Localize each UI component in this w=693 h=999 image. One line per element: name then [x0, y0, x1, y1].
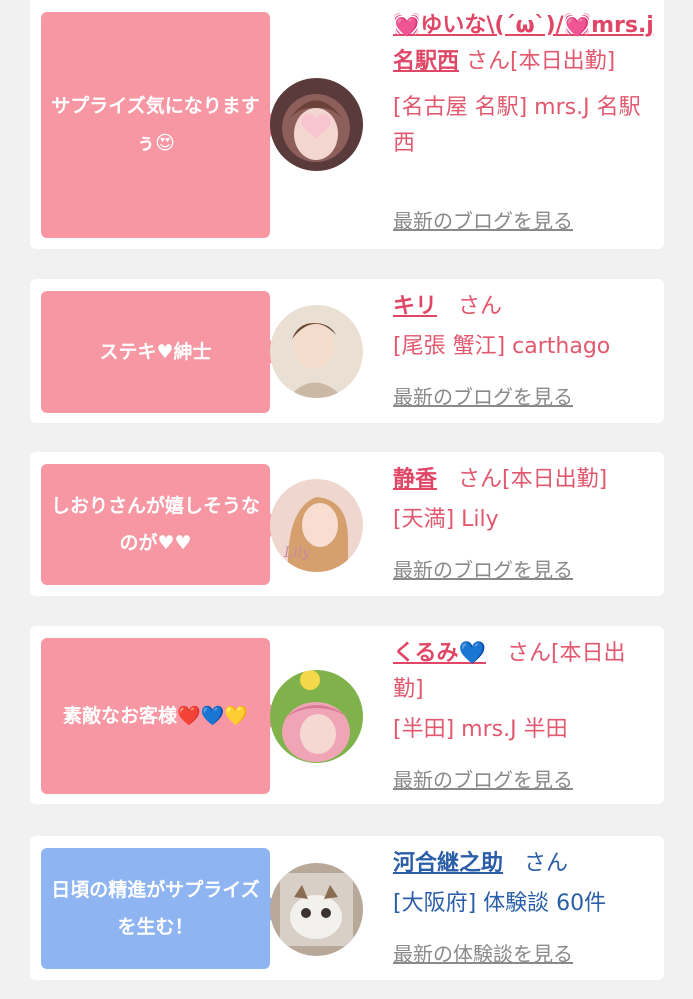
comment-text: 素敵なお客様❤️💙💛 — [63, 704, 248, 727]
comment-bubble: 素敵なお客様❤️💙💛 — [41, 638, 282, 794]
comment-bubble: しおりさんが嬉しそうなのが♥♥ — [41, 464, 282, 585]
comment-text: ステキ♥紳士 — [99, 340, 212, 363]
profile-info: 河合継之助 さん [大阪府] 体験談 60件 — [393, 846, 655, 922]
status-text: さん[本日出勤] — [466, 49, 616, 74]
profile-info: 💓ゆいな\(´ω`)/💓mrs.j名駅西 さん[本日出勤] [名古屋 名駅] m… — [393, 8, 655, 162]
avatar[interactable] — [270, 670, 363, 763]
blog-link[interactable]: 最新のブログを見る — [393, 764, 573, 793]
status-text: さん — [524, 851, 569, 876]
shop-text: [天満] Lily — [393, 507, 499, 532]
svg-text:Lily: Lily — [283, 545, 311, 561]
blog-link[interactable]: 最新のブログを見る — [393, 205, 573, 234]
profile-info: くるみ💙 さん[本日出勤] [半田] mrs.J 半田 — [393, 636, 655, 748]
review-link[interactable]: 最新の体験談を見る — [393, 938, 573, 967]
avatar[interactable] — [270, 78, 363, 171]
review-card: サプライズ気になりますぅ😍 💓ゆいな\(´ω`)/💓mrs.j名駅西 さん[本日… — [30, 0, 664, 249]
profile-info: 静香 さん[本日出勤] [天満] Lily — [393, 462, 655, 538]
profile-name-link[interactable]: 河合継之助 — [393, 851, 503, 876]
shop-text: [名古屋 名駅] mrs.J 名駅西 — [393, 95, 641, 156]
comment-text: 日頃の精進がサプライズを生む！ — [51, 878, 260, 938]
shop-text: [半田] mrs.J 半田 — [393, 717, 568, 742]
comment-bubble: ステキ♥紳士 — [41, 291, 282, 413]
review-card: 日頃の精進がサプライズを生む！ 河合継之助 さん [大阪府] 体験談 60件 最… — [30, 836, 664, 980]
shop-text: [尾張 蟹江] carthago — [393, 334, 611, 359]
comment-text: サプライズ気になりますぅ😍 — [51, 95, 260, 154]
profile-name-link[interactable]: キリ — [393, 294, 437, 319]
comment-bubble: 日頃の精進がサプライズを生む！ — [41, 848, 282, 969]
profile-name-link[interactable]: くるみ💙 — [393, 641, 486, 666]
status-text: さん — [458, 294, 503, 319]
status-text: さん[本日出勤] — [458, 467, 608, 492]
comment-bubble: サプライズ気になりますぅ😍 — [41, 12, 282, 238]
avatar[interactable]: Lily — [270, 479, 363, 572]
profile-name-link[interactable]: 静香 — [393, 467, 437, 492]
review-card: ステキ♥紳士 キリ さん [尾張 蟹江] carthago 最新のブログを見る — [30, 279, 664, 423]
comment-text: しおりさんが嬉しそうなのが♥♥ — [51, 494, 261, 554]
avatar[interactable] — [270, 863, 363, 956]
blog-link[interactable]: 最新のブログを見る — [393, 381, 573, 410]
review-card: 素敵なお客様❤️💙💛 くるみ💙 さん[本日出勤] [半田] mrs.J 半田 最… — [30, 626, 664, 804]
blog-link[interactable]: 最新のブログを見る — [393, 554, 573, 583]
profile-info: キリ さん [尾張 蟹江] carthago — [393, 289, 655, 365]
review-card: しおりさんが嬉しそうなのが♥♥ Lily 静香 さん[本日出勤] [天満] Li… — [30, 452, 664, 596]
shop-text: [大阪府] 体験談 60件 — [393, 891, 607, 916]
avatar[interactable] — [270, 305, 363, 398]
